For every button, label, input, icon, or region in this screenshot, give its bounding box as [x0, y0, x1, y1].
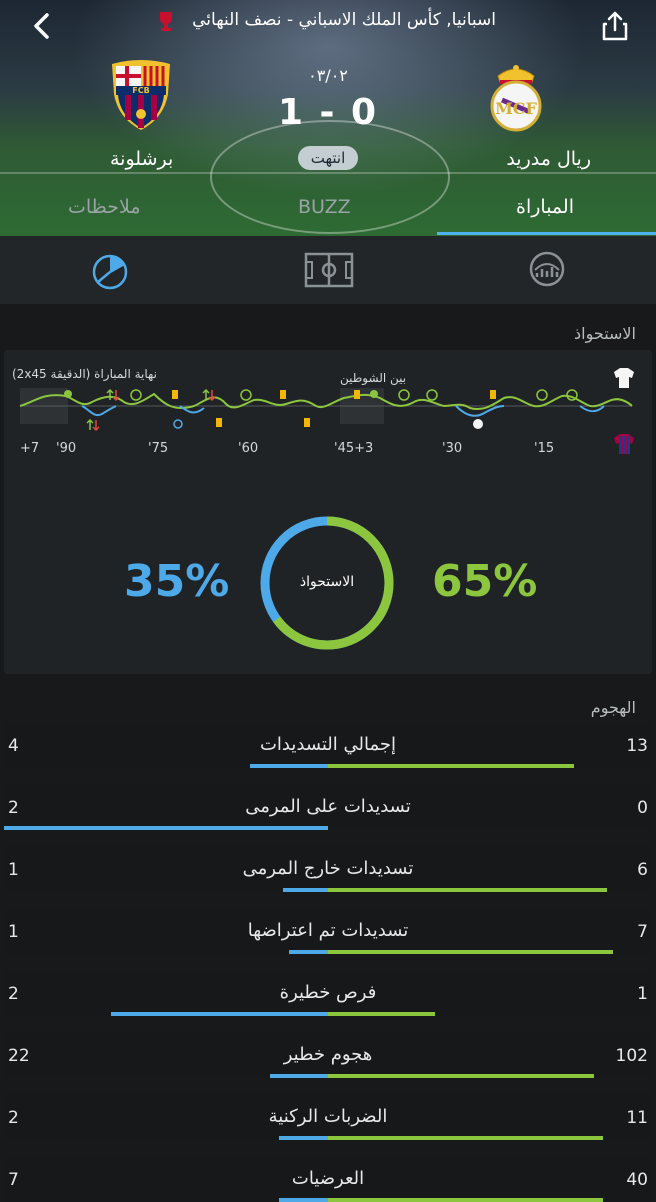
away-possession-percent: 35%	[124, 556, 230, 607]
stat-away-bar	[270, 1074, 328, 1078]
stat-bar-track	[4, 950, 652, 954]
yellow-card-marker	[304, 418, 310, 427]
stat-home-bar	[328, 1074, 594, 1078]
tick-15: '15	[534, 441, 554, 456]
back-chevron-icon[interactable]	[28, 12, 56, 40]
match-tabs: المباراة BUZZ ملاحظات	[0, 186, 656, 236]
tick-60: '60	[238, 441, 258, 456]
yellow-card-marker	[354, 390, 360, 399]
tick-extra: +7	[20, 441, 39, 456]
home-shot-marker	[130, 389, 142, 401]
stat-row: 102 22 هجوم خطير	[4, 1032, 652, 1078]
stat-row: 40 7 العرضيات	[4, 1156, 652, 1202]
possession-timeline: (2x45 الدقيقة) نهاية المباراة بين الشوطي…	[12, 367, 634, 456]
attack-section-title: الهجوم	[590, 698, 636, 717]
stat-row: 6 1 تسديدات خارج المرمى	[4, 846, 652, 892]
home-possession-percent: 65%	[432, 556, 538, 607]
stat-row: 1 2 فرص خطيرة	[4, 970, 652, 1016]
sub-arrow-down-icon	[208, 390, 216, 402]
stat-away-bar	[279, 1198, 328, 1202]
tab-notes[interactable]: ملاحظات	[68, 196, 141, 218]
stat-label: تسديدات خارج المرمى	[242, 858, 414, 879]
stat-bar-track	[4, 826, 652, 830]
tick-75: '75	[148, 441, 168, 456]
home-possession-curve	[19, 392, 633, 410]
stat-away-bar	[289, 950, 328, 954]
match-score: 1 - 0	[277, 92, 379, 133]
sub-arrow-up-icon	[86, 418, 94, 430]
stat-label: العرضيات	[291, 1168, 365, 1189]
stats-gauge-icon[interactable]	[528, 250, 566, 288]
stat-home-bar	[328, 1136, 603, 1140]
stat-away-bar	[250, 764, 328, 768]
tab-match[interactable]: المباراة	[516, 196, 574, 218]
stat-label: الضربات الركنية	[268, 1106, 388, 1127]
stat-home-bar	[328, 764, 574, 768]
home-shot-marker	[398, 389, 410, 401]
stat-home-bar	[328, 1198, 603, 1202]
tick-30: '30	[442, 441, 462, 456]
home-goal-marker	[64, 390, 72, 398]
stat-home-bar	[328, 950, 613, 954]
stat-away-bar	[283, 888, 328, 892]
away-shot-marker	[173, 419, 183, 429]
stat-bar-track	[4, 764, 652, 768]
active-tab-indicator	[437, 232, 656, 235]
sub-arrow-down-icon	[112, 390, 120, 402]
sub-arrow-up-icon	[106, 388, 114, 400]
stat-row: 11 2 الضربات الركنية	[4, 1094, 652, 1140]
possession-section-title: الاستحواذ	[574, 324, 636, 343]
away-possession-dip-1	[81, 405, 117, 416]
stat-bar-track	[4, 888, 652, 892]
sub-navigation	[0, 236, 656, 304]
away-team-name[interactable]: برشلونة	[110, 148, 173, 170]
donut-center-label: الاستحواذ	[299, 574, 355, 590]
away-goal-ball-marker	[473, 419, 483, 429]
halftime-label: بين الشوطين	[340, 371, 406, 386]
stat-bar-track	[4, 1012, 652, 1016]
stat-label: تسديدات تم اعتراضها	[247, 920, 409, 941]
home-shot-marker	[536, 389, 548, 401]
home-shot-marker	[240, 389, 252, 401]
stat-label: هجوم خطير	[283, 1044, 373, 1065]
tick-90: '90	[56, 441, 76, 456]
stat-label: فرص خطيرة	[279, 982, 377, 1003]
home-shot-marker	[566, 389, 578, 401]
yellow-card-marker	[490, 390, 496, 399]
home-team-name[interactable]: ريال مدريد	[506, 148, 591, 170]
stat-bar-track	[4, 1136, 652, 1140]
stat-bar-track	[4, 1074, 652, 1078]
home-chance-marker	[370, 390, 378, 398]
possession-pie-icon[interactable]	[90, 252, 130, 290]
tab-buzz[interactable]: BUZZ	[298, 196, 351, 218]
stat-bar-track	[4, 1198, 652, 1202]
stat-row: 13 4 إجمالي التسديدات	[4, 722, 652, 768]
match-date: ٠٣/٠٢	[308, 66, 348, 85]
fulltime-label: (2x45 الدقيقة) نهاية المباراة	[12, 367, 157, 382]
stat-home-bar	[328, 1012, 435, 1016]
pitch-icon[interactable]	[304, 252, 354, 288]
stat-away-bar	[111, 1012, 328, 1016]
stat-label: إجمالي التسديدات	[259, 734, 397, 755]
share-icon[interactable]	[600, 10, 630, 42]
away-possession-dip-3	[455, 405, 505, 417]
home-shot-marker	[426, 389, 438, 401]
tick-45: '45+3	[334, 441, 373, 456]
cup-icon	[160, 12, 172, 31]
stat-away-bar	[4, 826, 328, 830]
match-status-badge: انتهت	[298, 146, 358, 170]
yellow-card-marker	[280, 390, 286, 399]
sub-arrow-down-icon	[92, 420, 100, 432]
competition-title: اسبانيا, كأس الملك الاسباني - نصف النهائ…	[192, 10, 496, 30]
yellow-card-marker	[216, 418, 222, 427]
timeline-ticks: +7 '90 '75 '60 '45+3 '30 '15	[20, 441, 554, 456]
stat-home-bar	[328, 888, 607, 892]
match-header: اسبانيا, كأس الملك الاسباني - نصف النهائ…	[0, 0, 656, 236]
stat-away-bar	[279, 1136, 328, 1140]
stat-row: 0 2 تسديدات على المرمى	[4, 784, 652, 830]
stat-label: تسديدات على المرمى	[245, 796, 411, 817]
yellow-card-marker	[172, 390, 178, 399]
stat-row: 7 1 تسديدات تم اعتراضها	[4, 908, 652, 954]
home-shirt-icon	[614, 368, 634, 388]
